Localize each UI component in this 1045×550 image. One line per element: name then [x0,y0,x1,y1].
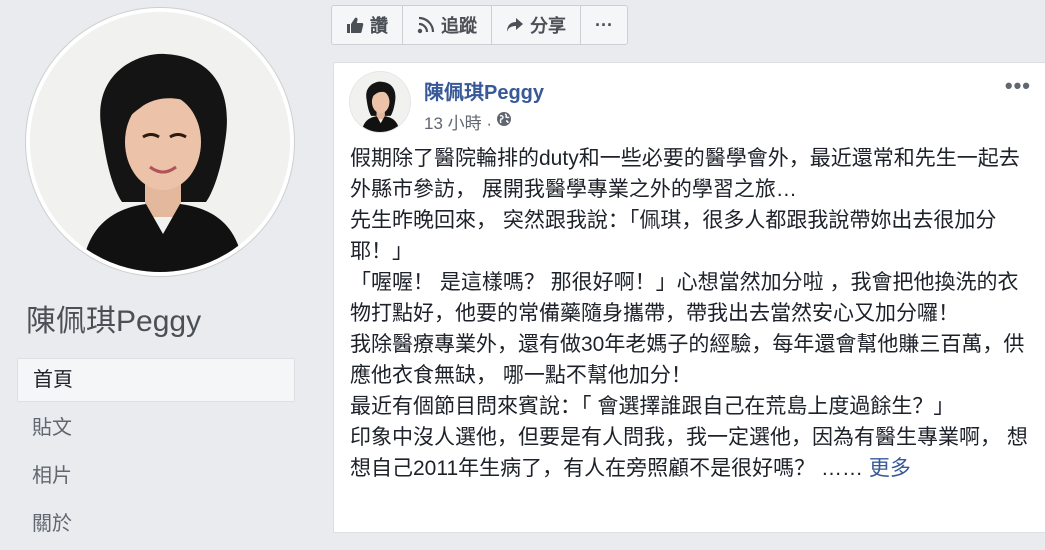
share-label: 分享 [530,16,566,36]
share-button[interactable]: 分享 [492,6,581,44]
rss-feed-icon [417,16,435,34]
thumbs-up-icon [346,16,364,34]
like-label: 讚 [370,16,388,36]
see-more-link[interactable]: 更多 [869,457,911,480]
post-last-text: 印象中沒人選他，但要是有人問我，我一定選他，因為有醫生專業啊， 想想自己2011… [350,426,1028,480]
post-author-name[interactable]: 陳佩琪Peggy [424,76,544,105]
post-paragraph: 先生昨晚回來， 突然跟我說：「佩琪，很多人都跟我說帶妳出去很加分耶！」 [350,209,997,263]
author-photo-icon [350,72,410,132]
nav-item-about[interactable]: 關於 [17,502,295,546]
share-arrow-icon [506,16,524,34]
nav-item-posts[interactable]: 貼文 [17,406,295,450]
post-paragraph-last: 印象中沒人選他，但要是有人問我，我一定選他，因為有醫生專業啊， 想想自己2011… [350,422,1030,484]
more-options-button[interactable]: ··· [581,6,627,44]
profile-picture[interactable] [30,12,290,272]
follow-button[interactable]: 追蹤 [403,6,492,44]
post-paragraph: 「喔喔！ 是這樣嗎？ 那很好啊！」心想當然加分啦 ，我會把他換洗的衣物打點好，他… [350,271,1019,325]
post-body: 假期除了醫院輪排的duty和一些必要的醫學會外，最近還常和先生一起去外縣市參訪，… [350,143,1030,484]
post-paragraph: 我除醫療專業外，還有做30年老媽子的經驗，每年還會幫他賺三百萬，供應他衣食無缺，… [350,333,1025,387]
page-action-bar: 讚 追蹤 分享 ··· [331,5,628,45]
like-page-button[interactable]: 讚 [332,6,403,44]
page-title[interactable]: 陳佩琪Peggy [26,296,201,340]
page-nav: 首頁 貼文 相片 關於 [17,358,295,550]
follow-label: 追蹤 [441,16,477,36]
left-column: 陳佩琪Peggy 首頁 貼文 相片 關於 [0,0,310,535]
post-menu-icon[interactable]: ••• [1005,73,1031,99]
post-meta: 13 小時 · [424,109,512,134]
nav-item-photos[interactable]: 相片 [17,454,295,498]
profile-picture-frame[interactable] [26,8,294,276]
post-author-avatar[interactable] [350,72,410,132]
post-paragraph: 最近有個節目問來賓說：「 會選擇誰跟自己在荒島上度過餘生？」 [350,395,955,418]
more-label: ··· [595,14,613,35]
globe-icon [496,111,512,132]
profile-photo-icon [30,12,290,272]
post-timestamp[interactable]: 13 小時 · [424,109,492,134]
post-card: 陳佩琪Peggy 13 小時 · ••• 假期除了醫院輪排的duty和一些必要的… [333,62,1045,533]
post-paragraph: 假期除了醫院輪排的duty和一些必要的醫學會外，最近還常和先生一起去外縣市參訪，… [350,147,1020,201]
nav-item-home[interactable]: 首頁 [17,358,295,402]
